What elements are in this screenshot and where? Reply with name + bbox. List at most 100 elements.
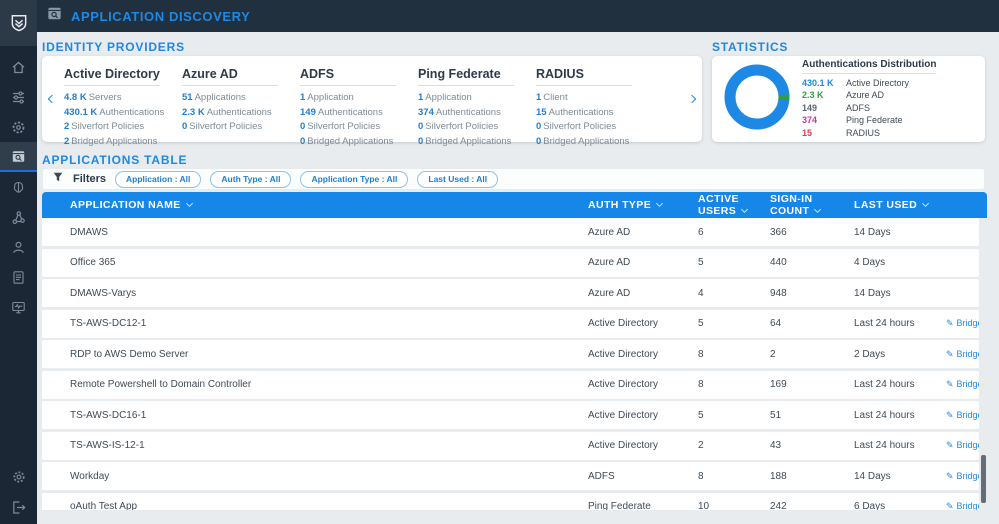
filter-pill-application[interactable]: Application : All: [115, 170, 202, 188]
bridge-to-sso-link[interactable]: ✎Bridge to SSO: [946, 440, 979, 451]
cell-active-users: 6: [698, 226, 704, 238]
cell-active-users: 8: [698, 348, 704, 360]
column-header-active-users[interactable]: ACTIVE USERS: [690, 193, 770, 217]
page-title: APPLICATION DISCOVERY: [71, 8, 251, 24]
sidebar-item-policies[interactable]: [0, 82, 37, 112]
sidebar-item-sync[interactable]: [0, 112, 37, 142]
connections-graph-icon: [10, 209, 27, 226]
column-header-sign-in-count[interactable]: SIGN-IN COUNT: [770, 193, 854, 217]
legend-row: 149 ADFS: [802, 102, 871, 113]
table-row[interactable]: TS-AWS-IS-12-1 Active Directory 2 43 Las…: [42, 431, 979, 460]
identity-provider-column: RADIUS 1 Client 15 Authentications 0 Silver…: [536, 67, 654, 149]
ai-brain-icon: [10, 179, 27, 196]
statistics-card: Authentications Distribution 430.1 K Act…: [712, 56, 985, 142]
application-discovery-header-icon: [47, 6, 62, 26]
pencil-icon: ✎: [946, 440, 954, 450]
cell-application-name: DMAWS-Varys: [70, 287, 137, 299]
table-row[interactable]: RDP to AWS Demo Server Active Directory …: [42, 340, 979, 368]
applications-table-heading: APPLICATIONS TABLE: [42, 153, 188, 167]
table-row[interactable]: oAuth Test App Ping Federate 10 242 6 Da…: [42, 492, 979, 510]
cell-auth-type: Azure AD: [588, 287, 631, 299]
filters-bar: Filters Application : All Auth Type : Al…: [42, 168, 985, 190]
policies-sliders-icon: [10, 89, 27, 106]
sidebar-item-users[interactable]: [0, 232, 37, 262]
bridge-to-sso-link[interactable]: ✎Bridge to SSO: [946, 379, 979, 390]
cell-last-used: Last 24 hours: [854, 379, 915, 390]
sidebar-item-application-discovery[interactable]: [0, 142, 37, 172]
cell-auth-type: Active Directory: [588, 440, 659, 451]
bridge-to-sso-link[interactable]: ✎Bridge to SSO: [946, 349, 979, 360]
table-scrollbar-thumb[interactable]: [981, 455, 986, 503]
cell-auth-type: Azure AD: [588, 226, 631, 238]
sort-caret-icon: [741, 205, 749, 214]
cell-sign-in-count: 43: [770, 440, 782, 451]
identity-provider-column: Active Directory 4.8 K Servers 430.1 K Aut…: [64, 67, 165, 147]
cell-auth-type: Azure AD: [588, 257, 631, 268]
bridge-to-sso-link[interactable]: ✎Bridge to SSO: [946, 501, 979, 510]
reports-document-icon: [10, 269, 27, 286]
application-discovery-page: APPLICATION DISCOVERY IDENTITY PROVIDERS…: [0, 0, 999, 524]
pencil-icon: ✎: [946, 379, 954, 389]
pencil-icon: ✎: [946, 348, 954, 359]
cell-application-name: oAuth Test App: [70, 501, 138, 510]
cell-auth-type: Active Directory: [588, 318, 659, 329]
donut-legend: Authentications Distribution 430.1 K Act…: [802, 59, 937, 140]
home-icon: [10, 59, 27, 76]
table-row[interactable]: DMAWS-Varys Azure AD 4 948 14 Days ✎: [42, 279, 979, 307]
cell-last-used: 2 Days: [854, 348, 886, 360]
provider-name: Azure AD: [182, 67, 278, 86]
filter-pill-application-type[interactable]: Application Type : All: [300, 170, 409, 188]
bridge-to-sso-link[interactable]: ✎Bridge to SSO: [946, 410, 979, 421]
authentications-donut-chart: [724, 64, 790, 135]
application-discovery-icon: [10, 148, 27, 165]
sidebar-item-monitoring[interactable]: [0, 292, 37, 322]
pencil-icon: ✎: [946, 470, 954, 481]
pencil-icon: ✎: [946, 318, 954, 328]
cell-application-name: Remote Powershell to Domain Controller: [70, 379, 252, 390]
silverfort-logo[interactable]: [0, 0, 37, 46]
table-row[interactable]: Remote Powershell to Domain Controller A…: [42, 370, 979, 399]
cell-auth-type: Active Directory: [588, 409, 659, 421]
cell-sign-in-count: 366: [770, 226, 787, 238]
legend-row: 2.3 K Azure AD: [802, 90, 885, 101]
column-header-auth-type[interactable]: AUTH TYPE: [588, 199, 690, 211]
cell-auth-type: Active Directory: [588, 379, 659, 390]
filter-pill-auth-type[interactable]: Auth Type : All: [210, 170, 292, 188]
sidebar-item-settings[interactable]: [0, 462, 37, 492]
provider-name: Ping Federate: [418, 67, 514, 86]
sidebar-item-home[interactable]: [0, 52, 37, 82]
legend-row: 430.1 K Active Directory: [802, 77, 910, 88]
cell-sign-in-count: 188: [770, 470, 787, 482]
sidebar-item-reports[interactable]: [0, 262, 37, 292]
table-row[interactable]: TS-AWS-DC12-1 Active Directory 5 64 Last…: [42, 309, 979, 338]
cell-application-name: RDP to AWS Demo Server: [70, 348, 189, 360]
column-header-application-name[interactable]: APPLICATION NAME: [42, 199, 588, 211]
cell-last-used: Last 24 hours: [854, 409, 915, 421]
sidebar-item-ai[interactable]: [0, 172, 37, 202]
users-icon: [10, 239, 27, 256]
table-row[interactable]: TS-AWS-DC16-1 Active Directory 5 51 Last…: [42, 401, 979, 429]
table-row[interactable]: Workday ADFS 8 188 14 Days ✎Bridge to SS…: [42, 462, 979, 490]
sidebar-item-logout[interactable]: [0, 492, 37, 522]
table-row[interactable]: Office 365 Azure AD 5 440 4 Days ✎: [42, 248, 979, 277]
cell-auth-type: Ping Federate: [588, 501, 651, 510]
column-header-last-used[interactable]: LAST USED: [854, 199, 946, 211]
bridge-to-sso-link[interactable]: ✎Bridge to SSO: [946, 318, 979, 329]
carousel-right-chevron-icon[interactable]: [687, 95, 697, 104]
cell-last-used: 6 Days: [854, 501, 886, 510]
filter-pill-last-used[interactable]: Last Used : All: [417, 170, 499, 188]
sidebar-item-connections[interactable]: [0, 202, 37, 232]
cell-last-used: 4 Days: [854, 257, 886, 268]
cell-last-used: 14 Days: [854, 470, 891, 482]
cell-sign-in-count: 2: [770, 348, 776, 360]
cell-active-users: 2: [698, 440, 704, 451]
donut-legend-title: Authentications Distribution: [802, 59, 937, 74]
sync-gear-icon: [10, 119, 27, 136]
bridge-to-sso-link[interactable]: ✎Bridge to SSO: [946, 471, 979, 482]
table-row[interactable]: DMAWS Azure AD 6 366 14 Days ✎: [42, 218, 979, 246]
cell-sign-in-count: 64: [770, 318, 782, 329]
topbar: APPLICATION DISCOVERY: [37, 0, 999, 32]
pencil-icon: ✎: [946, 501, 954, 510]
legend-row: 15 RADIUS: [802, 127, 881, 138]
carousel-left-chevron-icon[interactable]: [47, 95, 57, 104]
